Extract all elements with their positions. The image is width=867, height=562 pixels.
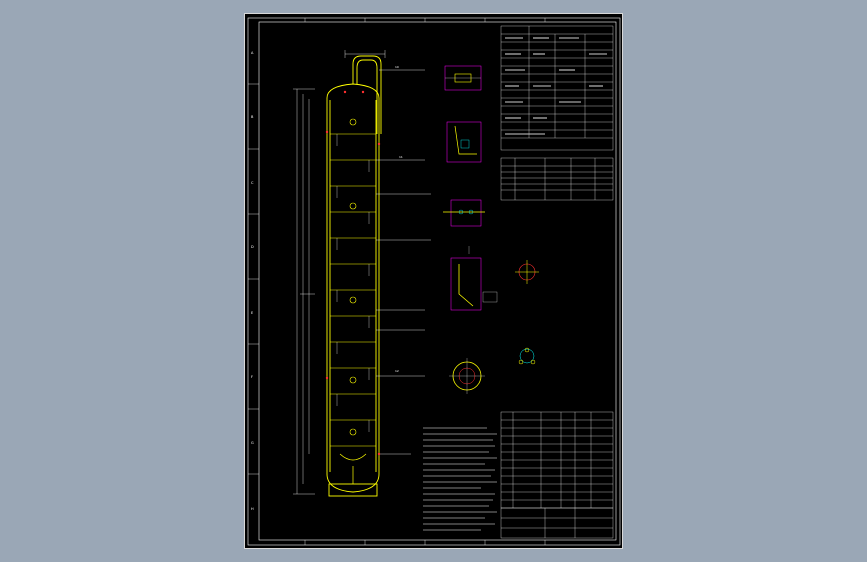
zone-letter: G: [251, 441, 254, 445]
parts-list: [500, 411, 614, 509]
drawing-sheet: A B C D E F G H 10 11 12: [244, 13, 623, 549]
dimension-lines: [293, 50, 386, 495]
inner-frame: [258, 21, 617, 541]
zone-tick-marks: [248, 18, 546, 545]
nozzle-marks: [325, 90, 381, 456]
detail-view-2: [446, 121, 482, 163]
tray-downcomers: [336, 134, 370, 432]
design-data-table: [500, 25, 614, 151]
leader-lines: [376, 69, 431, 455]
zone-letter: H: [251, 507, 254, 511]
detail-view-4: [450, 246, 498, 311]
design-data-text: [505, 37, 607, 135]
title-block: [500, 507, 614, 539]
nozzle-table: [500, 157, 614, 201]
detail-view-3: [443, 199, 485, 227]
drawing-canvas: A B C D E F G H 10 11 12: [247, 17, 621, 546]
zone-letter: F: [251, 375, 253, 379]
zone-letter: E: [251, 311, 253, 315]
callout-label: 11: [399, 155, 403, 159]
technical-notes: [423, 427, 497, 531]
zone-letter: B: [251, 115, 254, 119]
callout-label: 10: [395, 65, 399, 69]
zone-letters: A B C D E F G H: [251, 51, 254, 511]
zone-letter: C: [251, 181, 254, 185]
column-vessel: [326, 55, 382, 497]
outer-frame: [247, 17, 621, 546]
callout-label: 12: [395, 369, 399, 373]
zone-letter: A: [251, 51, 254, 55]
zone-letter: D: [251, 245, 254, 249]
bottom-skirt: [339, 453, 367, 484]
detail-view-1: [444, 65, 482, 91]
support-detail: [518, 347, 536, 365]
flange-detail: [515, 260, 539, 284]
manways: [349, 118, 357, 436]
nozzle-section: [449, 358, 485, 394]
